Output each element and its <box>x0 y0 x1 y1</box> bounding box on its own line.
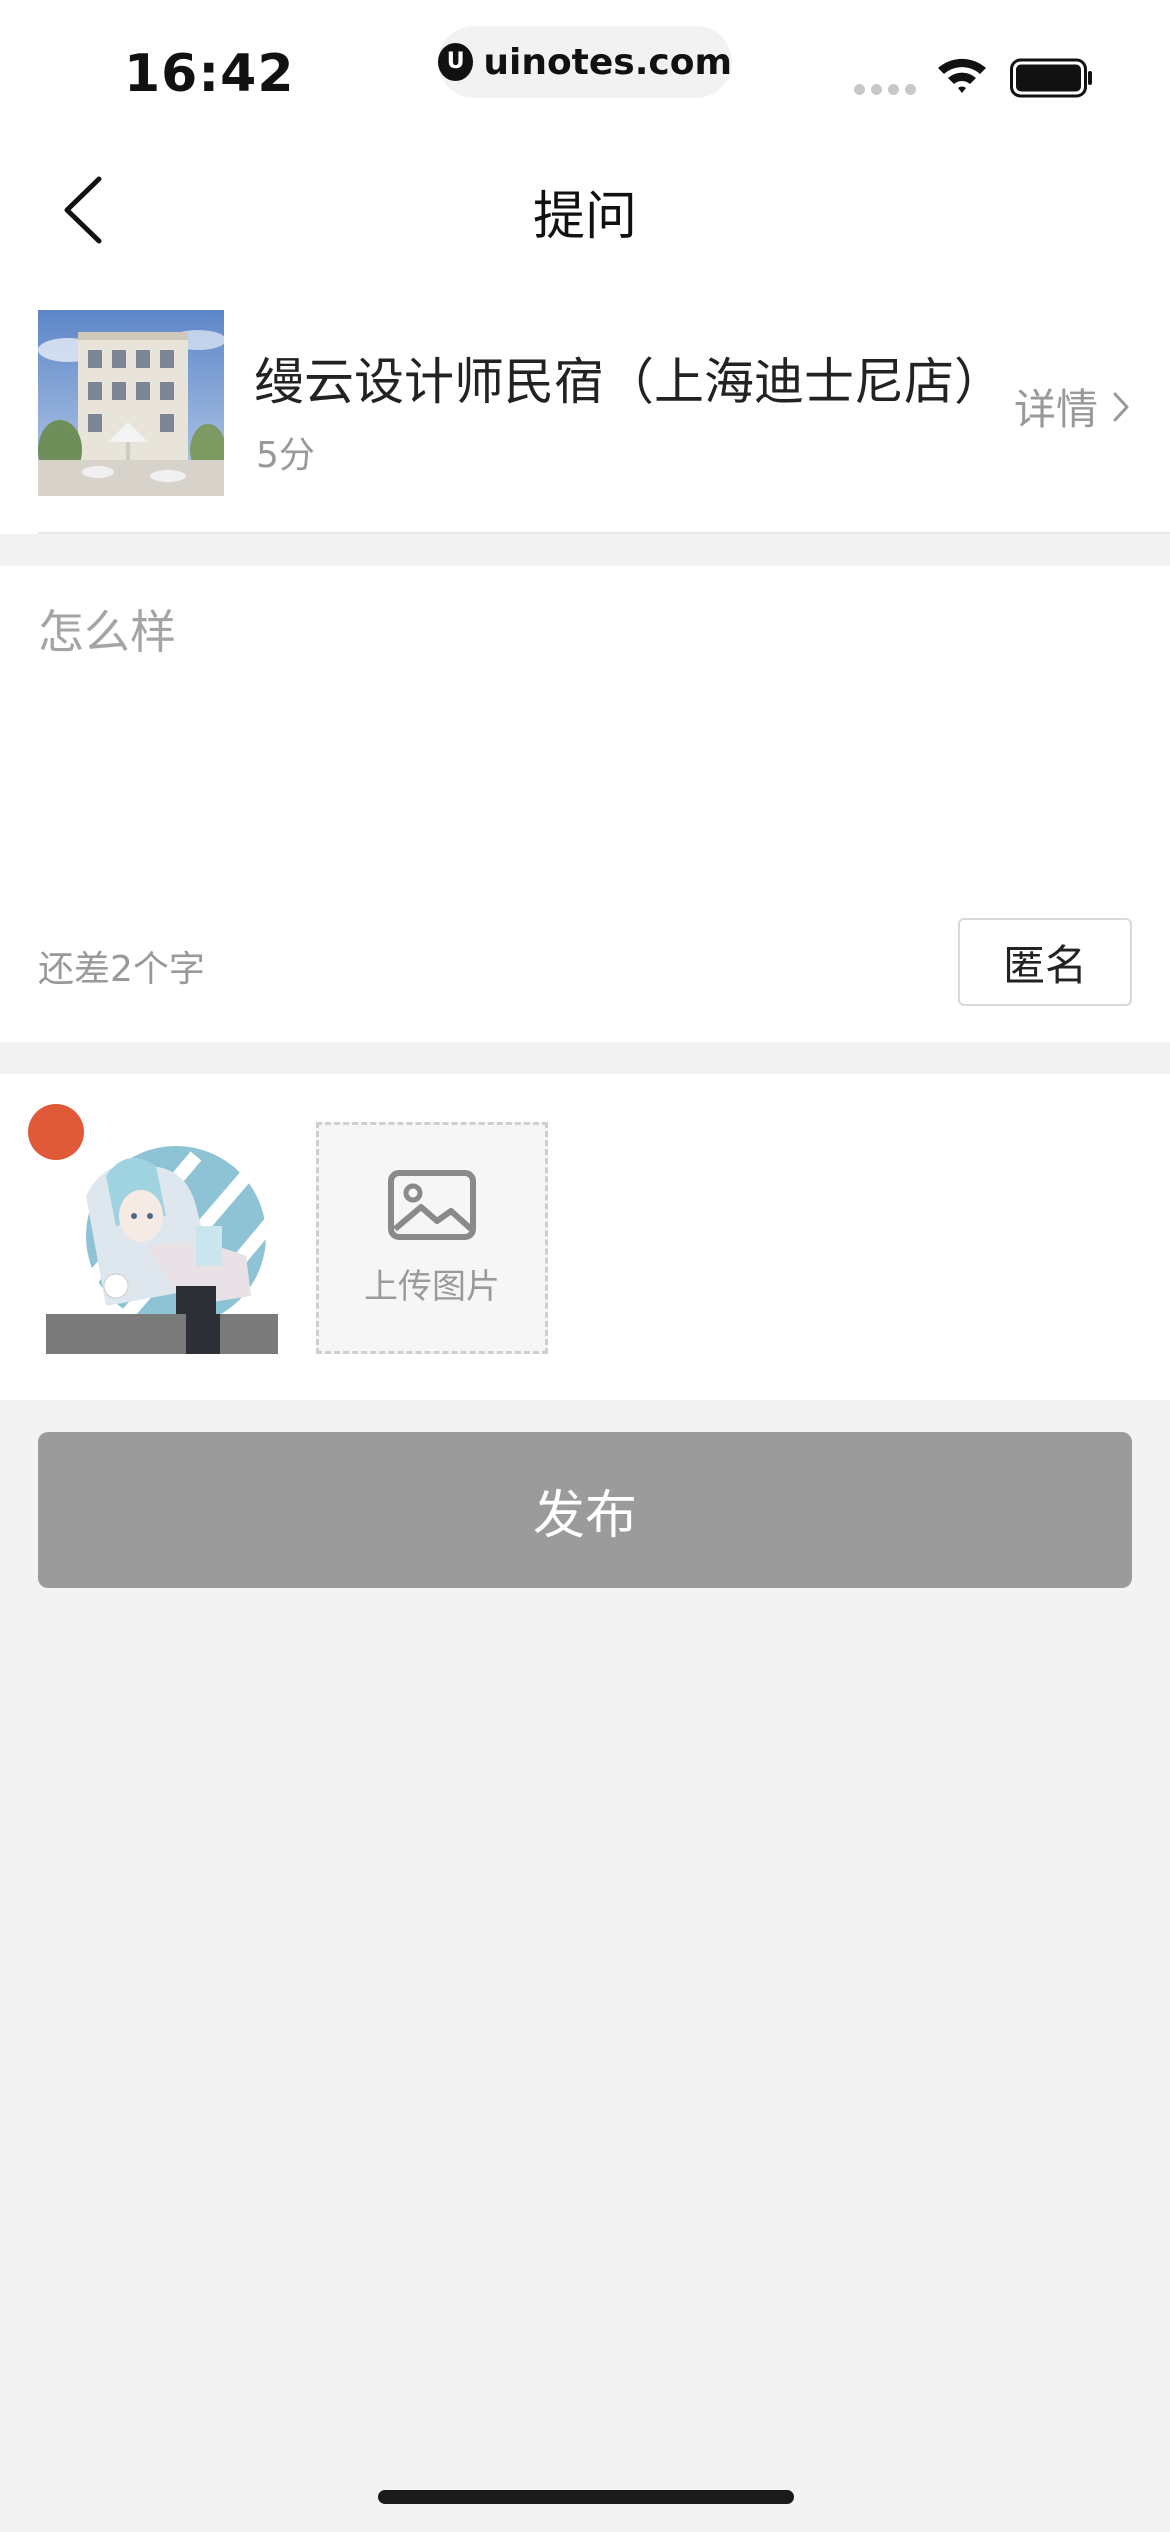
page-title: 提问 <box>532 187 637 247</box>
site-logo-icon: U <box>438 43 474 81</box>
hotel-detail-label: 详情 <box>1014 385 1099 434</box>
anonymous-button[interactable]: 匿名 <box>958 918 1132 1006</box>
char-count-hint: 还差2个字 <box>38 949 205 990</box>
battery-icon <box>1010 58 1092 98</box>
home-indicator <box>378 2490 794 2504</box>
question-input[interactable] <box>38 596 1132 876</box>
wifi-icon <box>938 58 986 93</box>
divider <box>38 532 1170 534</box>
chevron-right-icon <box>1113 392 1129 421</box>
hotel-name: 缦云设计师民宿（上海迪士尼店） <box>254 353 1004 411</box>
url-pill[interactable]: U uinotes.com <box>438 26 732 98</box>
navbar: 提问 <box>0 130 1170 280</box>
upload-label: 上传图片 <box>364 1266 500 1307</box>
status-time: 16:42 <box>124 44 295 104</box>
hotel-photo <box>38 310 224 496</box>
uploaded-photo[interactable] <box>46 1136 278 1354</box>
status-bar: 16:42 U uinotes.com <box>0 0 1170 130</box>
hotel-score: 5分 <box>256 435 315 476</box>
cellular-signal-icon <box>854 84 916 95</box>
upload-photo-button[interactable]: 上传图片 <box>316 1122 548 1354</box>
publish-button[interactable]: 发布 <box>38 1432 1132 1588</box>
hotel-card[interactable]: 缦云设计师民宿（上海迪士尼店） 5分 详情 <box>0 280 1170 534</box>
image-icon <box>388 1169 476 1240</box>
question-section: 还差2个字 匿名 <box>0 566 1170 1042</box>
photo-section: 上传图片 <box>0 1074 1170 1400</box>
site-logo-letter: U <box>446 49 465 74</box>
url-text: uinotes.com <box>483 41 732 83</box>
hotel-detail-link[interactable]: 详情 <box>1014 376 1130 437</box>
delete-photo-button[interactable] <box>28 1104 84 1160</box>
